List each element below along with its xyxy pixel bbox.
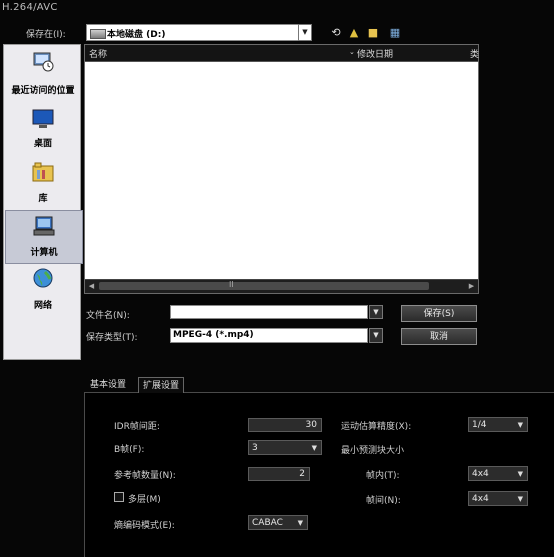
chevron-down-icon: ▼ <box>297 519 303 527</box>
place-libraries[interactable]: 库 <box>5 157 81 209</box>
idr-interval-label: IDR帧间距: <box>114 422 160 432</box>
horizontal-scrollbar[interactable]: ◀ II ▶ <box>85 279 478 293</box>
bframe-select[interactable]: 3 ▼ <box>248 440 322 455</box>
inter-select[interactable]: 4x4 ▼ <box>468 491 528 506</box>
place-desktop[interactable]: 桌面 <box>5 102 81 154</box>
multilayer-checkbox[interactable] <box>114 492 124 502</box>
place-desktop-label: 桌面 <box>33 139 52 149</box>
filename-dropdown-button[interactable]: ▼ <box>369 305 383 319</box>
up-folder-icon[interactable]: ▲ <box>347 26 361 40</box>
file-list[interactable]: 名称 ⌄ 修改日期 类 ◀ II ▶ <box>84 44 479 294</box>
sort-arrow-icon: ⌄ <box>349 48 355 56</box>
places-bar: 最近访问的位置 桌面 库 计算机 网络 <box>3 44 83 360</box>
tab-extended-settings[interactable]: 扩展设置 <box>138 377 185 393</box>
entropy-mode-label: 熵编码模式(E): <box>114 521 175 531</box>
save-in-label: 保存在(I): <box>26 30 66 40</box>
desktop-icon <box>32 109 54 128</box>
tab-basic-settings[interactable]: 基本设置 <box>86 377 130 393</box>
multilayer-label: 多层(M) <box>128 495 161 505</box>
chevron-down-icon: ▼ <box>517 421 523 429</box>
chevron-down-icon: ▼ <box>517 495 523 503</box>
place-libraries-label: 库 <box>38 194 48 204</box>
libraries-icon <box>32 162 54 182</box>
motion-precision-label: 运动估算精度(X): <box>341 422 412 432</box>
drive-icon <box>90 29 106 39</box>
intra-select[interactable]: 4x4 ▼ <box>468 466 528 481</box>
window-title: H.264/AVC <box>2 2 58 13</box>
place-network-label: 网络 <box>33 301 52 311</box>
scroll-thumb[interactable]: II <box>99 280 429 290</box>
recent-places-icon <box>33 52 54 72</box>
column-name[interactable]: 名称 <box>89 47 107 60</box>
computer-icon <box>33 216 55 236</box>
idr-interval-input[interactable]: 30 <box>248 418 322 432</box>
save-in-dropdown-button[interactable]: ▼ <box>298 24 312 41</box>
bframe-value: 3 <box>252 443 258 453</box>
place-computer-label: 计算机 <box>30 248 58 258</box>
place-computer[interactable]: 计算机 <box>5 210 83 264</box>
scroll-left-icon[interactable]: ◀ <box>85 280 98 292</box>
scroll-right-icon[interactable]: ▶ <box>465 280 478 292</box>
save-in-combo[interactable]: 本地磁盘 (D:) <box>86 24 312 41</box>
chevron-down-icon: ▼ <box>311 444 317 452</box>
min-block-size-label: 最小预测块大小 <box>341 446 405 456</box>
inter-value: 4x4 <box>472 494 489 504</box>
motion-precision-value: 1/4 <box>472 420 487 430</box>
intra-value: 4x4 <box>472 469 489 479</box>
filetype-dropdown-button[interactable]: ▼ <box>369 328 383 343</box>
new-folder-icon[interactable]: ■ <box>366 26 380 40</box>
filetype-label: 保存类型(T): <box>86 333 138 343</box>
bframe-label: B帧(F): <box>114 445 145 455</box>
place-network[interactable]: 网络 <box>5 264 81 316</box>
filename-input[interactable] <box>170 305 368 319</box>
views-menu-icon[interactable]: ▦ <box>388 26 402 40</box>
back-arrow-icon[interactable]: ⟲ <box>329 26 343 40</box>
network-icon <box>33 268 53 288</box>
chevron-down-icon: ▼ <box>517 470 523 478</box>
entropy-mode-select[interactable]: CABAC ▼ <box>248 515 308 530</box>
save-button[interactable]: 保存(S) <box>401 305 477 322</box>
cancel-button[interactable]: 取消 <box>401 328 477 345</box>
filetype-select[interactable]: MPEG-4 (*.mp4) <box>170 328 368 343</box>
place-recent-label: 最近访问的位置 <box>11 86 75 96</box>
column-modified[interactable]: 修改日期 <box>357 47 393 60</box>
save-in-value: 本地磁盘 (D:) <box>107 30 166 40</box>
inter-label: 帧间(N): <box>366 496 401 506</box>
filename-label: 文件名(N): <box>86 311 130 321</box>
entropy-mode-value: CABAC <box>252 518 283 528</box>
ref-frames-label: 参考帧数量(N): <box>114 471 176 481</box>
scroll-grip: II <box>229 280 234 289</box>
intra-label: 帧内(T): <box>366 471 400 481</box>
column-type[interactable]: 类 <box>470 47 479 60</box>
place-recent[interactable]: 最近访问的位置 <box>5 47 81 99</box>
ref-frames-input[interactable]: 2 <box>248 467 310 481</box>
file-list-header: 名称 ⌄ 修改日期 类 <box>85 45 479 62</box>
motion-precision-select[interactable]: 1/4 ▼ <box>468 417 528 432</box>
